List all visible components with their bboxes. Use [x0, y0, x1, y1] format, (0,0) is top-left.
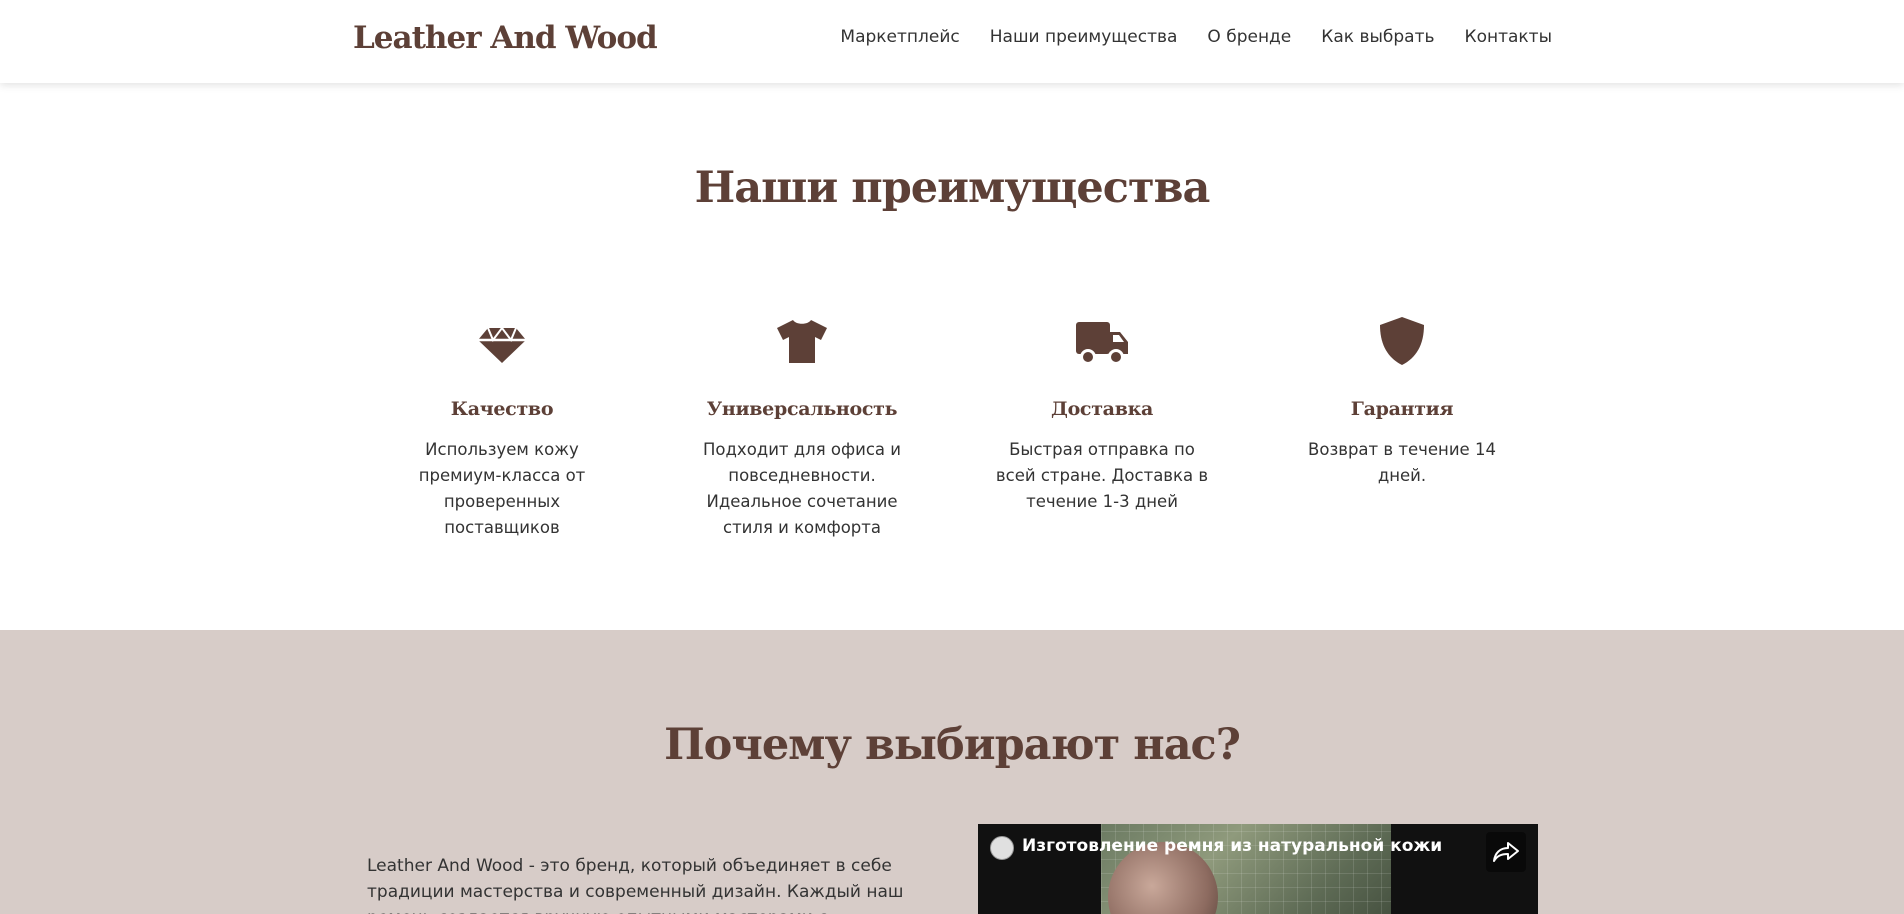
brand-logo[interactable]: Leather And Wood [353, 20, 658, 56]
advantages-section: Наши преимущества Качество Используем ко… [0, 83, 1904, 630]
nav-link-how-to-choose[interactable]: Как выбрать [1321, 27, 1434, 47]
advantage-title: Качество [450, 398, 554, 420]
channel-avatar[interactable] [990, 836, 1014, 860]
gem-icon [478, 326, 526, 363]
nav-link-contacts[interactable]: Контакты [1465, 27, 1553, 47]
main-nav: Маркетплейс Наши преимущества О бренде К… [810, 27, 1552, 47]
truck-icon [1076, 322, 1128, 365]
advantage-card-versatility: Универсальность Подходит для офиса и пов… [682, 313, 922, 541]
advantage-description: Быстрая отправка по всей стране. Доставк… [995, 440, 1209, 511]
why-us-text: Leather And Wood - это бренд, который об… [367, 856, 904, 914]
advantage-card-quality: Качество Используем кожу премиум-класса … [382, 313, 622, 541]
advantage-card-delivery: Доставка Быстрая отправка по всей стране… [982, 313, 1222, 515]
advantage-description: Подходит для офиса и повседневности. Иде… [703, 440, 901, 537]
site-header: Leather And Wood Маркетплейс Наши преиму… [0, 0, 1904, 83]
why-us-section: Почему выбирают нас? Leather And Wood - … [0, 630, 1904, 914]
shield-icon [1380, 317, 1424, 365]
nav-link-about[interactable]: О бренде [1207, 27, 1291, 47]
nav-link-marketplace[interactable]: Маркетплейс [840, 27, 959, 47]
advantage-description: Используем кожу премиум-класса от провер… [418, 440, 586, 537]
video-title[interactable]: Изготовление ремня из натуральной кожи [1022, 836, 1442, 856]
advantages-title: Наши преимущества [694, 163, 1211, 213]
advantage-title: Универсальность [706, 398, 898, 420]
nav-link-advantages[interactable]: Наши преимущества [990, 27, 1178, 47]
advantage-title: Гарантия [1350, 398, 1454, 420]
why-us-title: Почему выбирают нас? [664, 720, 1241, 770]
advantage-card-warranty: Гарантия Возврат в течение 14 дней. [1282, 313, 1522, 489]
advantage-description: Возврат в течение 14 дней. [1308, 440, 1496, 485]
share-button[interactable] [1486, 832, 1526, 872]
tshirt-icon [777, 320, 827, 363]
advantage-title: Доставка [1050, 398, 1154, 420]
video-player[interactable]: Изготовление ремня из натуральной кожи [978, 824, 1538, 914]
share-icon [1493, 842, 1519, 862]
